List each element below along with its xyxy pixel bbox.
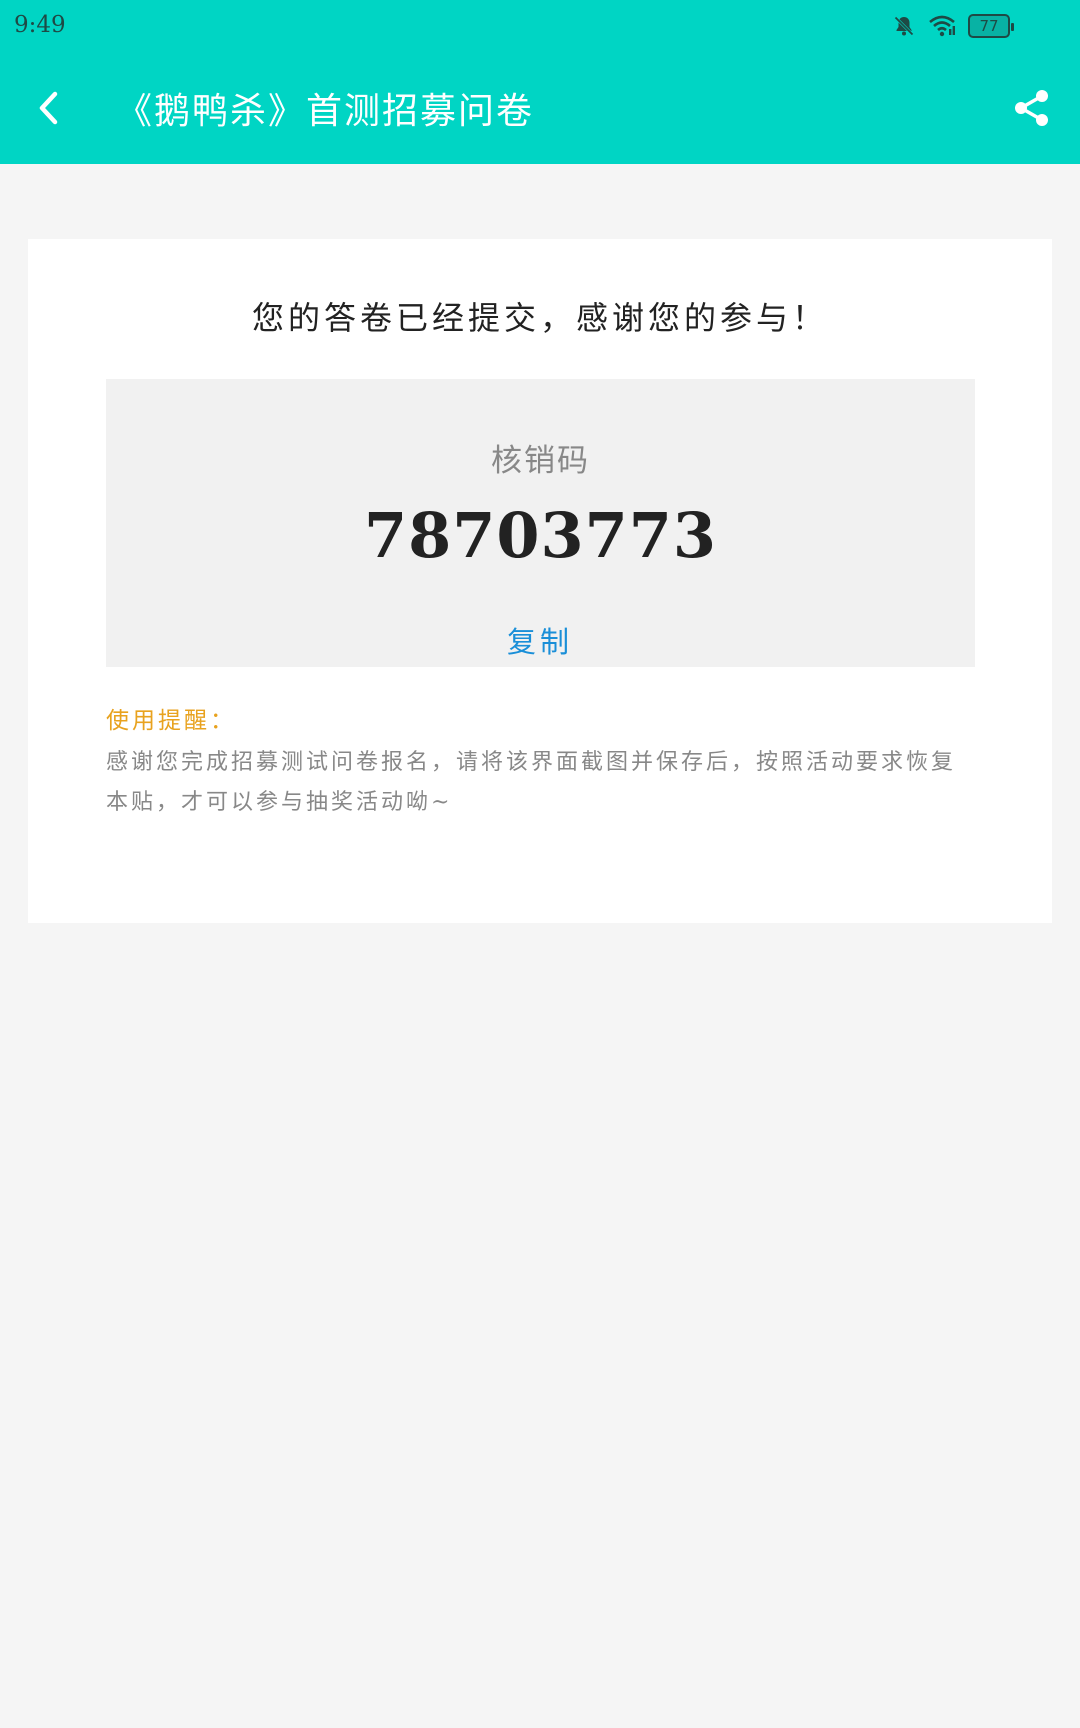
tip-title: 使用提醒：: [106, 708, 236, 734]
wifi-icon: [928, 14, 956, 38]
verification-code-box: 核销码 78703773 复制: [106, 379, 975, 667]
status-bar: 9:49 77: [0, 0, 1080, 52]
copy-button[interactable]: 复制: [490, 619, 590, 663]
share-icon: [1012, 88, 1052, 132]
verification-code[interactable]: 78703773: [106, 499, 975, 572]
app-bar: 9:49 77 《鹅鸭杀》首测招募问卷: [0, 0, 1080, 164]
battery-indicator: 77: [968, 14, 1014, 38]
share-button[interactable]: [1006, 84, 1058, 136]
status-time: 9:49: [14, 12, 66, 38]
status-icons: 77: [892, 13, 1014, 39]
bell-muted-icon: [892, 14, 916, 38]
back-button[interactable]: [22, 84, 74, 136]
page-title: 《鹅鸭杀》首测招募问卷: [116, 91, 535, 132]
submission-message: 您的答卷已经提交，感谢您的参与！: [251, 299, 828, 337]
result-card: 您的答卷已经提交，感谢您的参与！ 核销码 78703773 复制 使用提醒： 感…: [28, 239, 1052, 923]
code-label: 核销码: [491, 443, 590, 479]
tip-text: 感谢您完成招募测试问卷报名，请将该界面截图并保存后，按照活动要求恢复本贴，才可以…: [106, 750, 957, 815]
chevron-left-icon: [33, 88, 63, 132]
